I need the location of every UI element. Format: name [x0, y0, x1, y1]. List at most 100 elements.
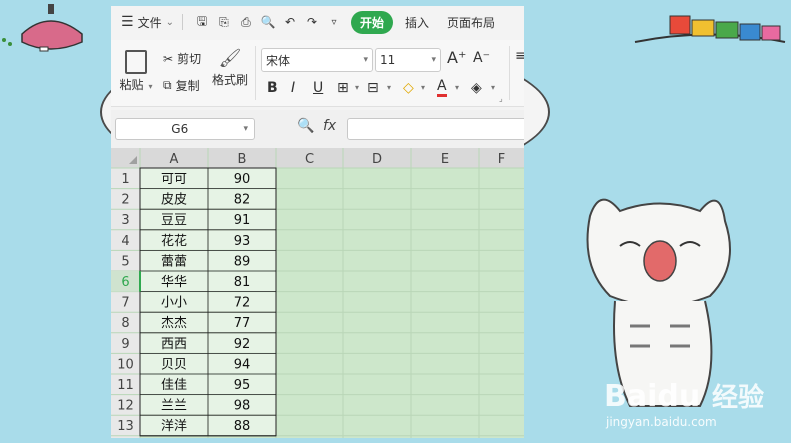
copy-label: 复制: [175, 79, 200, 93]
chevron-down-icon[interactable]: ▾: [455, 83, 459, 92]
row-header-2[interactable]: 2: [121, 193, 129, 208]
row-header-8[interactable]: 8: [121, 316, 129, 331]
font-dialog-launcher-icon[interactable]: ⌟: [499, 94, 503, 103]
fill-color-icon[interactable]: ◇: [403, 80, 414, 96]
cell-score[interactable]: 95: [234, 378, 251, 393]
sheet-grid-canvas: A B C D E F1 可可 902 皮皮 823 豆豆 914 花花 935 蕾蕾 896 华华 817 小小 7…: [111, 148, 524, 438]
column-header-b[interactable]: B: [238, 152, 247, 167]
hamburger-icon: ☰: [121, 14, 134, 30]
cell-score[interactable]: 90: [234, 172, 251, 187]
font-name-select[interactable]: 宋体 ▾: [261, 48, 373, 72]
sheet-grid[interactable]: A B C D E F 1 可可 90 2 皮皮 82 3 豆豆 91 4 花花 93 5 蕾蕾 89 6 华华 81 7 小小 7…: [111, 148, 524, 438]
bold-icon[interactable]: B: [267, 80, 278, 96]
chevron-down-icon[interactable]: ▾: [421, 83, 425, 92]
export-icon[interactable]: ⎘: [213, 15, 235, 30]
watermark-brand: Baidu: [604, 379, 700, 414]
cell-name[interactable]: 皮皮: [161, 193, 187, 208]
file-menu[interactable]: ☰ 文件 ⌄: [121, 14, 174, 31]
copy-button[interactable]: ⧉ 复制: [163, 77, 200, 94]
cell-name[interactable]: 杰杰: [161, 316, 187, 331]
cell-name[interactable]: 蕾蕾: [161, 254, 187, 269]
menu-bar: ☰ 文件 ⌄ 🖫 ⎘ ⎙ 🔍 ↶ ↷ ▿ 开始 插入 页面布局: [111, 6, 524, 38]
save-icon[interactable]: 🖫: [191, 12, 213, 33]
cell-score[interactable]: 72: [234, 296, 251, 311]
chevron-down-icon[interactable]: ▾: [491, 83, 495, 92]
cell-score[interactable]: 98: [234, 399, 251, 414]
row-header-12[interactable]: 12: [117, 399, 134, 414]
format-painter-button[interactable]: 🖌 格式刷: [211, 48, 249, 100]
row-header-1[interactable]: 1: [121, 172, 129, 187]
cell-name[interactable]: 豆豆: [161, 213, 187, 228]
italic-icon[interactable]: I: [291, 80, 295, 96]
tab-page-layout[interactable]: 页面布局: [447, 14, 495, 31]
quick-access-dropdown-icon[interactable]: ▿: [323, 17, 345, 28]
cell-name[interactable]: 华华: [161, 275, 187, 290]
cell-score[interactable]: 93: [234, 234, 251, 249]
strikethrough-icon[interactable]: ⊟: [367, 80, 379, 96]
tab-home[interactable]: 开始: [350, 10, 393, 34]
cell-score[interactable]: 81: [234, 275, 251, 290]
decorative-bowl-illustration: [2, 4, 83, 52]
print-icon[interactable]: ⎙: [235, 15, 257, 30]
row-header-4[interactable]: 4: [121, 234, 129, 249]
redo-icon[interactable]: ↷: [301, 15, 323, 29]
underline-icon[interactable]: U: [313, 80, 323, 96]
cell-name[interactable]: 兰兰: [161, 399, 187, 414]
paste-button[interactable]: 粘贴 ▾: [119, 48, 153, 100]
undo-icon[interactable]: ↶: [279, 15, 301, 29]
row-header-13[interactable]: 13: [117, 419, 134, 434]
chevron-down-icon[interactable]: ▾: [355, 83, 359, 92]
cell-name[interactable]: 花花: [161, 233, 187, 249]
print-preview-icon[interactable]: 🔍: [257, 15, 279, 29]
cell-name[interactable]: 佳佳: [161, 378, 187, 393]
row-header-5[interactable]: 5: [121, 254, 129, 269]
chevron-down-icon: ▾: [243, 124, 248, 134]
tab-insert[interactable]: 插入: [405, 14, 429, 31]
cell-name[interactable]: 洋洋: [161, 419, 187, 434]
cell-score[interactable]: 77: [234, 316, 251, 331]
row-header-9[interactable]: 9: [121, 337, 129, 352]
font-color-icon[interactable]: A: [437, 78, 447, 97]
increase-font-icon[interactable]: A⁺: [447, 48, 466, 67]
eraser-icon[interactable]: ◈: [471, 80, 482, 96]
ribbon-divider: [255, 46, 256, 100]
column-header-f[interactable]: F: [498, 152, 505, 167]
column-header-e[interactable]: E: [441, 152, 449, 167]
paste-label: 粘贴: [119, 78, 144, 92]
cell-score[interactable]: 91: [234, 213, 251, 228]
formula-input[interactable]: [347, 118, 524, 140]
watermark-url: jingyan.baidu.com: [605, 415, 717, 429]
decorative-train-illustration: [634, 15, 786, 43]
format-painter-label: 格式刷: [211, 73, 248, 87]
cell-name[interactable]: 西西: [161, 337, 187, 352]
cut-label: 剪切: [177, 52, 202, 66]
font-size-value: 11: [380, 53, 396, 67]
cell-name[interactable]: 可可: [161, 172, 187, 187]
column-header-a[interactable]: A: [170, 152, 179, 167]
cell-reference-box[interactable]: G6 ▾: [115, 118, 255, 140]
font-size-select[interactable]: 11 ▾: [375, 48, 441, 72]
column-header-c[interactable]: C: [305, 152, 314, 167]
function-icon[interactable]: fx: [323, 118, 336, 134]
row-header-11[interactable]: 11: [117, 378, 134, 393]
border-icon[interactable]: ⊞: [337, 80, 349, 96]
watermark-brand-cn: 经验: [712, 382, 764, 413]
cell-score[interactable]: 92: [234, 337, 251, 352]
cut-button[interactable]: ✂ 剪切: [163, 50, 201, 67]
column-header-d[interactable]: D: [372, 152, 382, 167]
decrease-font-icon[interactable]: A⁻: [473, 50, 490, 66]
row-header-10[interactable]: 10: [117, 357, 134, 372]
row-header-6[interactable]: 6: [121, 275, 129, 290]
chevron-down-icon[interactable]: ▾: [387, 83, 391, 92]
row-header-7[interactable]: 7: [121, 296, 129, 311]
cell-score[interactable]: 88: [234, 419, 251, 434]
cell-name[interactable]: 小小: [161, 296, 187, 311]
row-header-3[interactable]: 3: [121, 213, 129, 228]
align-icon[interactable]: ≡: [515, 48, 524, 64]
divider: [181, 14, 183, 30]
cell-score[interactable]: 89: [234, 254, 251, 269]
cell-score[interactable]: 94: [234, 357, 251, 372]
cell-name[interactable]: 贝贝: [161, 357, 187, 372]
cell-score[interactable]: 82: [234, 193, 251, 208]
zoom-icon[interactable]: 🔍: [297, 118, 314, 134]
